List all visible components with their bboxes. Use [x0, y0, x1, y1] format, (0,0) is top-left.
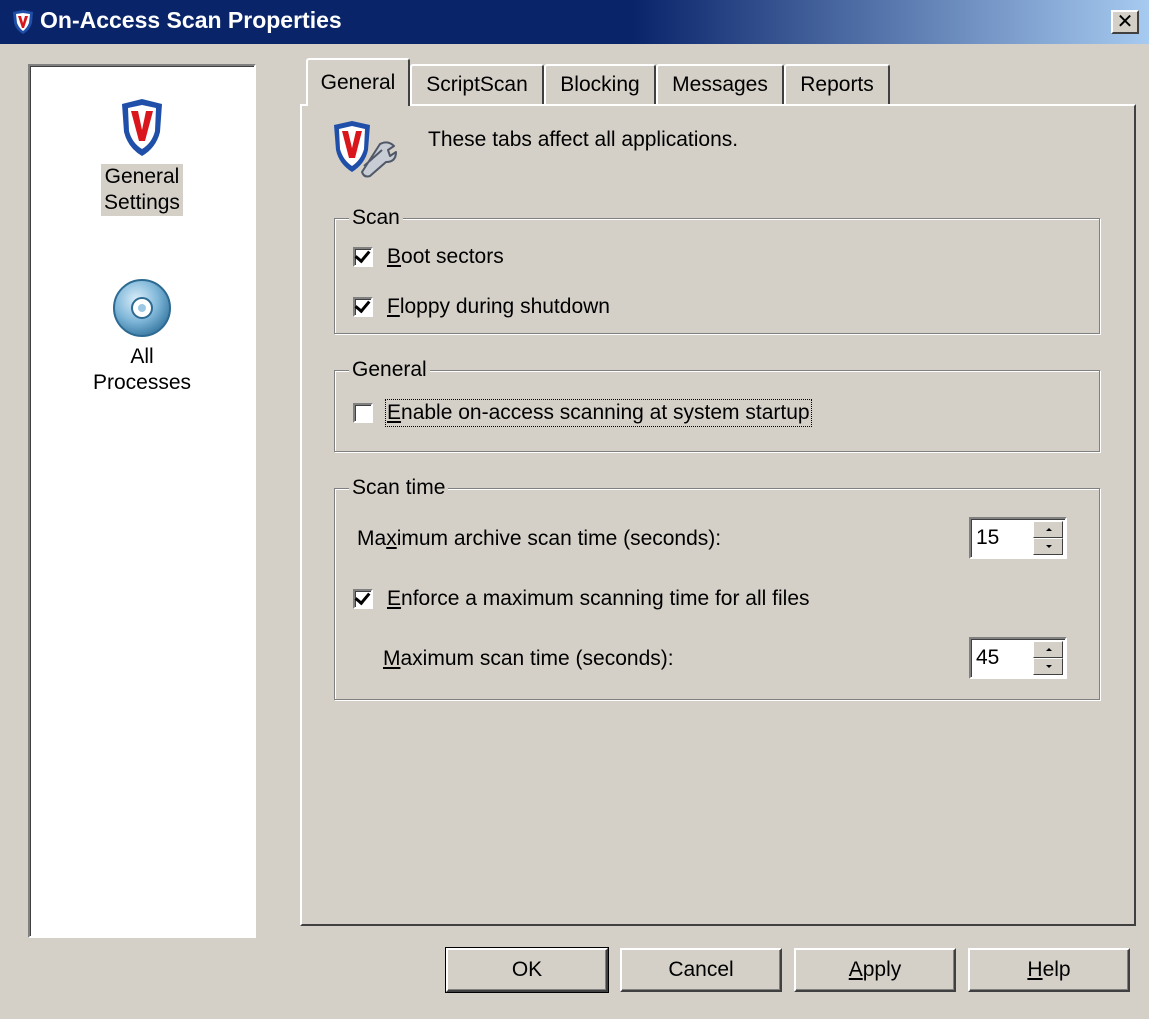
- scan-time-group: Scan time Maximum archive scan time (sec…: [334, 475, 1100, 700]
- enforce-max-time-checkbox-box[interactable]: [353, 588, 373, 609]
- max-spin-down-button[interactable]: [1033, 658, 1063, 675]
- floppy-checkbox-box[interactable]: [353, 296, 373, 317]
- tab-general[interactable]: General: [306, 58, 410, 106]
- title-bar[interactable]: On-Access Scan Properties ✕: [0, 0, 1149, 44]
- archive-scan-time-value[interactable]: 15: [976, 526, 999, 550]
- archive-spin-buttons[interactable]: [1033, 521, 1063, 555]
- checkmark-icon: [354, 246, 371, 264]
- tab-general-label: General: [320, 71, 396, 94]
- checkmark-icon: [354, 296, 371, 314]
- archive-scan-time-label: Maximum archive scan time (seconds):: [357, 527, 722, 550]
- enforce-max-time-checkbox[interactable]: Enforce a maximum scanning time for all …: [353, 587, 810, 611]
- tab-reports-label: Reports: [800, 73, 874, 96]
- ok-button[interactable]: OK: [445, 947, 609, 993]
- tab-blocking-label: Blocking: [560, 73, 640, 96]
- nav-item-general-settings[interactable]: General Settings: [30, 98, 254, 216]
- cancel-button[interactable]: Cancel: [620, 948, 782, 992]
- general-tab-panel: These tabs affect all applications. Scan…: [300, 104, 1136, 926]
- tab-reports[interactable]: Reports: [784, 64, 890, 104]
- cd-disc-icon: [113, 279, 171, 337]
- settings-nav-pane[interactable]: General Settings All Processes: [28, 64, 256, 938]
- tab-messages-label: Messages: [672, 73, 768, 96]
- help-button-label: Help: [1027, 958, 1071, 981]
- archive-spin-up-button[interactable]: [1033, 521, 1063, 538]
- tab-scriptscan[interactable]: ScriptScan: [410, 64, 544, 104]
- enable-startup-checkbox-box[interactable]: [353, 403, 373, 423]
- archive-scan-time-spinbox[interactable]: 15: [969, 517, 1067, 559]
- max-scan-time-value[interactable]: 45: [976, 646, 999, 670]
- scan-group-title: Scan: [349, 205, 403, 231]
- info-text: These tabs affect all applications.: [428, 128, 739, 151]
- max-scan-time-label: Maximum scan time (seconds):: [383, 647, 674, 670]
- close-icon: ✕: [1116, 11, 1134, 33]
- close-button[interactable]: ✕: [1111, 10, 1139, 34]
- tab-messages[interactable]: Messages: [656, 64, 784, 104]
- nav-label-general-settings: General Settings: [101, 164, 183, 216]
- enforce-max-time-label: Enforce a maximum scanning time for all …: [387, 587, 810, 610]
- floppy-checkbox[interactable]: Floppy during shutdown: [353, 295, 610, 319]
- scan-group: Scan Boot sectors Floppy during shutdown: [334, 205, 1100, 334]
- window-title: On-Access Scan Properties: [40, 7, 342, 33]
- ok-button-label: OK: [511, 958, 543, 981]
- cancel-button-label: Cancel: [668, 958, 734, 981]
- floppy-label: Floppy during shutdown: [387, 295, 610, 318]
- boot-sectors-label: Boot sectors: [387, 245, 504, 268]
- max-spin-buttons[interactable]: [1033, 641, 1063, 675]
- tab-blocking[interactable]: Blocking: [544, 64, 656, 104]
- general-group: General Enable on-access scanning at sys…: [334, 357, 1100, 452]
- tab-scriptscan-label: ScriptScan: [426, 73, 528, 96]
- checkmark-icon: [354, 588, 371, 606]
- archive-spin-down-button[interactable]: [1033, 538, 1063, 555]
- boot-sectors-checkbox[interactable]: Boot sectors: [353, 245, 504, 269]
- enable-startup-label: Enable on-access scanning at system star…: [385, 399, 812, 427]
- help-button[interactable]: Help: [968, 948, 1130, 992]
- scan-time-group-title: Scan time: [349, 475, 449, 501]
- max-scan-time-spinbox[interactable]: 45: [969, 637, 1067, 679]
- shield-v-icon: [122, 99, 162, 156]
- nav-label-all-processes: All Processes: [92, 345, 192, 394]
- mcafee-shield-icon: [13, 10, 33, 34]
- apply-button-label: Apply: [848, 958, 902, 981]
- apply-button[interactable]: Apply: [794, 948, 956, 992]
- general-group-title: General: [349, 357, 430, 383]
- enable-startup-checkbox[interactable]: Enable on-access scanning at system star…: [353, 399, 812, 427]
- shield-wrench-icon: [334, 121, 397, 178]
- max-spin-up-button[interactable]: [1033, 641, 1063, 658]
- nav-item-all-processes[interactable]: All Processes: [30, 278, 254, 396]
- boot-sectors-checkbox-box[interactable]: [353, 246, 373, 267]
